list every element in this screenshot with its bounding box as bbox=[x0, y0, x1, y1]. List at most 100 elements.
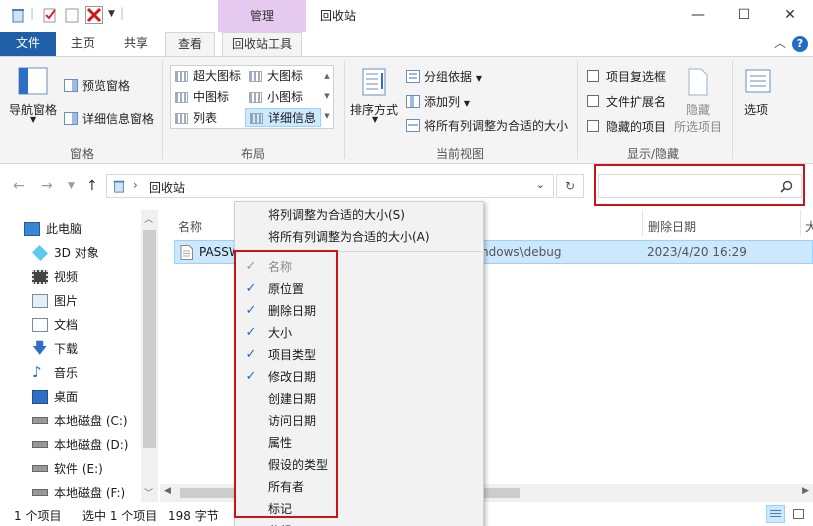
close-button[interactable]: ✕ bbox=[767, 0, 813, 32]
address-bar[interactable]: › 回收站 ⌄ bbox=[106, 174, 554, 198]
breadcrumb-recycle-bin[interactable]: 回收站 bbox=[149, 179, 185, 196]
title-bar: | ▼ | 管理 回收站 — ☐ ✕ bbox=[0, 0, 813, 32]
navigation-pane: 此电脑 3D 对象 视频 图片 文档 🡇 下载 ♪ 音乐 桌面 本地磁盘 (C:) … bbox=[0, 210, 158, 502]
tab-home[interactable]: 主页 bbox=[58, 32, 108, 56]
layout-large-icons[interactable]: 大图标 bbox=[245, 67, 303, 86]
hide-selected-icon bbox=[688, 68, 708, 96]
delete-icon[interactable] bbox=[85, 6, 103, 24]
status-selected-count: 选中 1 个项目 bbox=[82, 509, 158, 523]
fit-all-columns-button[interactable]: 将所有列调整为合适的大小 bbox=[424, 117, 568, 134]
large-icons-view-icon bbox=[793, 509, 804, 519]
layout-medium-icons[interactable]: 中图标 bbox=[171, 88, 229, 107]
file-date-deleted: 2023/4/20 16:29 bbox=[647, 245, 747, 259]
properties-icon[interactable] bbox=[42, 7, 58, 23]
add-column-icon bbox=[406, 95, 420, 108]
refresh-button[interactable]: ↻ bbox=[556, 174, 584, 198]
group-by-icon bbox=[406, 70, 420, 83]
tab-recycle-bin-tools[interactable]: 回收站工具 bbox=[222, 32, 302, 57]
drive-icon bbox=[32, 489, 48, 496]
nav-item-videos[interactable]: 视频 bbox=[32, 266, 78, 288]
recent-locations-icon[interactable]: ▼ bbox=[68, 181, 75, 191]
options-button[interactable]: 选项 bbox=[744, 101, 768, 118]
download-icon: 🡇 bbox=[32, 338, 48, 357]
navigation-pane-scrollbar[interactable]: ︿ ﹀ bbox=[141, 210, 158, 502]
refresh-icon: ↻ bbox=[564, 179, 576, 193]
ribbon-separator bbox=[344, 61, 345, 159]
column-divider bbox=[800, 210, 801, 236]
nav-item-drive-d[interactable]: 本地磁盘 (D:) bbox=[32, 434, 128, 456]
tab-view[interactable]: 查看 bbox=[165, 32, 215, 57]
navigation-pane-icon bbox=[18, 67, 48, 95]
nav-item-documents[interactable]: 文档 bbox=[32, 314, 78, 336]
hide-selected-button-label: 所选项目 bbox=[674, 120, 723, 134]
chevron-left-icon[interactable]: ◀ bbox=[164, 486, 171, 496]
column-divider bbox=[642, 210, 643, 236]
recycle-bin-icon bbox=[12, 9, 24, 23]
status-item-count: 1 个项目 bbox=[14, 509, 62, 523]
forward-arrow-icon[interactable]: → bbox=[41, 178, 53, 194]
preview-pane-button[interactable]: 预览窗格 bbox=[82, 77, 130, 94]
nav-item-this-pc[interactable]: 此电脑 bbox=[24, 218, 82, 240]
details-pane-button[interactable]: 详细信息窗格 bbox=[82, 110, 154, 127]
ribbon-tabs: 文件 主页 共享 查看 回收站工具 ︿ ? bbox=[0, 32, 813, 57]
hidden-items-checkbox[interactable] bbox=[587, 120, 599, 132]
minimize-button[interactable]: — bbox=[675, 0, 721, 32]
chevron-down-icon[interactable]: ﹀ bbox=[144, 486, 153, 499]
window-title: 回收站 bbox=[320, 9, 357, 23]
hide-selected-button[interactable]: 隐藏 bbox=[686, 101, 710, 118]
chevron-up-icon[interactable]: ︿ bbox=[144, 212, 153, 225]
chevron-right-icon[interactable]: ▶ bbox=[802, 486, 809, 496]
manage-context-tab[interactable]: 管理 bbox=[218, 0, 306, 32]
details-view-button[interactable] bbox=[766, 505, 785, 523]
menu-item-fit-column[interactable]: 将列调整为合适的大小(S) bbox=[235, 204, 483, 226]
layout-details[interactable]: 详细信息 bbox=[245, 108, 321, 127]
search-highlight-box bbox=[594, 164, 805, 206]
file-extensions-label: 文件扩展名 bbox=[606, 95, 667, 109]
quick-access-dropdown-icon[interactable]: ▼ bbox=[108, 9, 115, 19]
chevron-down-icon[interactable]: ⌄ bbox=[536, 178, 545, 191]
layout-small-icons[interactable]: 小图标 bbox=[245, 88, 303, 107]
details-pane-icon bbox=[64, 112, 78, 125]
column-list-highlight-box bbox=[234, 250, 338, 518]
drive-icon bbox=[32, 465, 48, 472]
navigation-pane-scroll-thumb[interactable] bbox=[143, 230, 156, 448]
new-folder-icon[interactable] bbox=[64, 7, 80, 23]
item-checkboxes-checkbox[interactable] bbox=[587, 70, 599, 82]
menu-item-fit-all-columns[interactable]: 将所有列调整为合适的大小(A) bbox=[235, 226, 483, 248]
layout-list[interactable]: 列表 bbox=[171, 109, 217, 128]
up-arrow-icon[interactable]: ↑ bbox=[86, 178, 98, 194]
large-icons-view-button[interactable] bbox=[789, 505, 808, 523]
fit-columns-icon bbox=[406, 119, 420, 132]
ribbon-separator bbox=[732, 61, 733, 159]
maximize-button[interactable]: ☐ bbox=[721, 0, 767, 32]
nav-item-desktop[interactable]: 桌面 bbox=[32, 386, 78, 408]
recycle-bin-icon bbox=[113, 180, 125, 193]
menu-item-column[interactable]: 分组 bbox=[235, 520, 483, 526]
nav-item-drive-c[interactable]: 本地磁盘 (C:) bbox=[32, 410, 128, 432]
computer-icon bbox=[24, 221, 40, 236]
back-arrow-icon[interactable]: ← bbox=[13, 178, 25, 194]
desktop-icon bbox=[32, 389, 48, 404]
help-icon[interactable]: ? bbox=[792, 36, 808, 52]
file-extensions-checkbox[interactable] bbox=[587, 95, 599, 107]
column-header-more[interactable]: 大 bbox=[805, 218, 813, 235]
nav-item-downloads[interactable]: 🡇 下载 bbox=[32, 338, 78, 360]
options-icon bbox=[745, 69, 771, 93]
nav-item-drive-f[interactable]: 本地磁盘 (F:) bbox=[32, 482, 125, 504]
cube-icon bbox=[32, 244, 48, 261]
layout-gallery: 超大图标 大图标 中图标 小图标 列表 详细信息 ▲ ▼ ▼ bbox=[170, 65, 334, 129]
group-by-button[interactable]: 分组依据 ▼ bbox=[424, 68, 482, 85]
layout-scroll[interactable]: ▲ ▼ ▼ bbox=[321, 66, 333, 128]
add-column-button[interactable]: 添加列 ▼ bbox=[424, 93, 470, 110]
tab-share[interactable]: 共享 bbox=[110, 32, 162, 56]
column-header-date-deleted[interactable]: 删除日期 bbox=[648, 218, 696, 235]
nav-item-drive-e[interactable]: 软件 (E:) bbox=[32, 458, 103, 480]
picture-icon bbox=[32, 293, 48, 308]
nav-item-music[interactable]: ♪ 音乐 bbox=[32, 362, 78, 384]
chevron-up-icon[interactable]: ︿ bbox=[774, 34, 786, 51]
layout-extra-large-icons[interactable]: 超大图标 bbox=[171, 67, 241, 86]
nav-item-pictures[interactable]: 图片 bbox=[32, 290, 78, 312]
column-header-name[interactable]: 名称 bbox=[178, 218, 202, 235]
nav-item-3d-objects[interactable]: 3D 对象 bbox=[32, 242, 99, 264]
tab-file[interactable]: 文件 bbox=[0, 32, 56, 56]
